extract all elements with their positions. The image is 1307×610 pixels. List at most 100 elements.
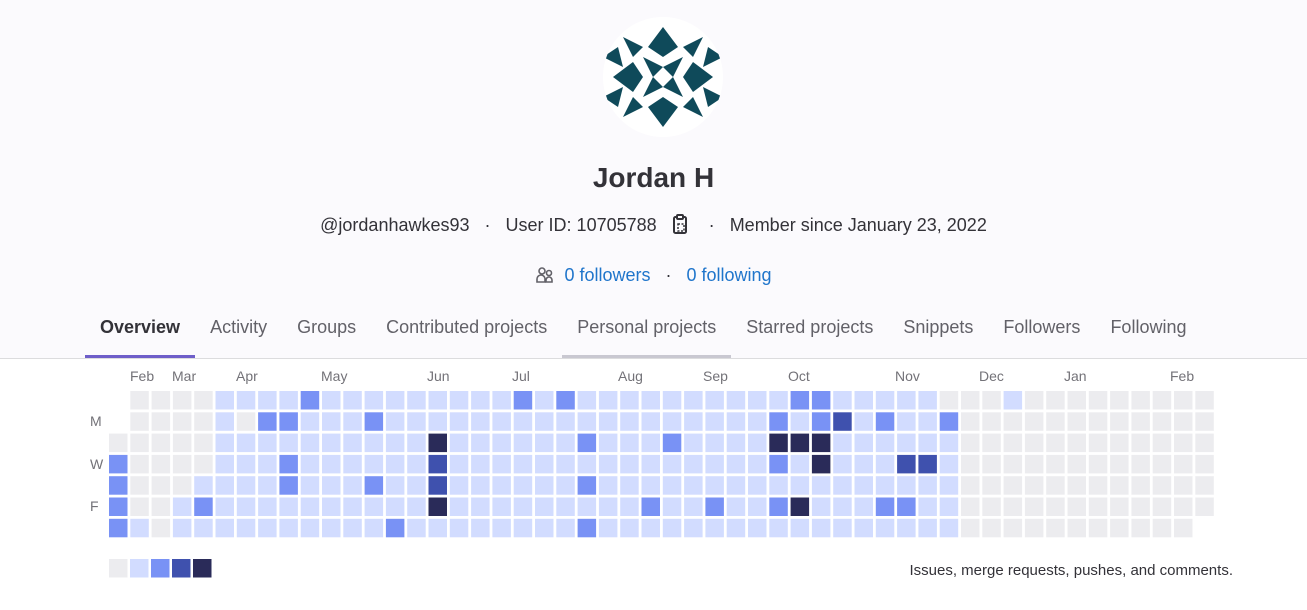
calendar-day[interactable] xyxy=(492,391,511,410)
calendar-day[interactable] xyxy=(279,391,298,410)
calendar-day[interactable] xyxy=(258,476,277,495)
calendar-day[interactable] xyxy=(833,497,852,517)
calendar-day[interactable] xyxy=(897,391,916,410)
calendar-day[interactable] xyxy=(748,454,767,474)
calendar-day[interactable] xyxy=(705,454,724,474)
calendar-day[interactable] xyxy=(641,454,661,474)
calendar-day[interactable] xyxy=(535,518,554,538)
calendar-day[interactable] xyxy=(897,476,916,495)
calendar-day[interactable] xyxy=(449,433,469,453)
calendar-day[interactable] xyxy=(258,497,277,517)
calendar-day[interactable] xyxy=(939,391,959,410)
calendar-day[interactable] xyxy=(1195,433,1214,453)
calendar-day[interactable] xyxy=(258,412,277,431)
calendar-day[interactable] xyxy=(811,518,831,538)
calendar-day[interactable] xyxy=(1195,497,1214,517)
calendar-day[interactable] xyxy=(1088,454,1108,474)
calendar-day[interactable] xyxy=(1131,412,1150,431)
calendar-day[interactable] xyxy=(236,454,256,474)
tab-followers[interactable]: Followers xyxy=(988,304,1095,358)
calendar-day[interactable] xyxy=(1003,454,1023,474)
calendar-day[interactable] xyxy=(1110,412,1129,431)
calendar-day[interactable] xyxy=(1003,518,1023,538)
calendar-day[interactable] xyxy=(1110,476,1129,495)
calendar-day[interactable] xyxy=(748,391,767,410)
calendar-day[interactable] xyxy=(151,412,171,431)
calendar-day[interactable] xyxy=(854,476,874,495)
calendar-day[interactable] xyxy=(598,391,618,410)
calendar-day[interactable] xyxy=(109,476,128,495)
calendar-day[interactable] xyxy=(1088,518,1108,538)
calendar-day[interactable] xyxy=(939,454,959,474)
tab-snippets[interactable]: Snippets xyxy=(888,304,988,358)
calendar-day[interactable] xyxy=(833,391,852,410)
calendar-day[interactable] xyxy=(705,497,724,517)
calendar-day[interactable] xyxy=(258,454,277,474)
calendar-day[interactable] xyxy=(577,476,597,495)
calendar-day[interactable] xyxy=(833,454,852,474)
calendar-day[interactable] xyxy=(1152,391,1172,410)
calendar-day[interactable] xyxy=(684,476,703,495)
calendar-day[interactable] xyxy=(130,497,149,517)
calendar-day[interactable] xyxy=(343,412,362,431)
calendar-day[interactable] xyxy=(1195,391,1214,410)
calendar-day[interactable] xyxy=(790,518,810,538)
calendar-day[interactable] xyxy=(343,518,362,538)
calendar-day[interactable] xyxy=(897,454,916,474)
calendar-day[interactable] xyxy=(172,454,192,474)
calendar-day[interactable] xyxy=(300,476,320,495)
calendar-day[interactable] xyxy=(811,412,831,431)
calendar-day[interactable] xyxy=(300,412,320,431)
calendar-day[interactable] xyxy=(151,433,171,453)
calendar-day[interactable] xyxy=(726,518,746,538)
calendar-day[interactable] xyxy=(215,518,235,538)
calendar-day[interactable] xyxy=(300,497,320,517)
calendar-day[interactable] xyxy=(215,412,235,431)
calendar-day[interactable] xyxy=(1131,454,1150,474)
calendar-day[interactable] xyxy=(918,518,937,538)
calendar-day[interactable] xyxy=(513,454,533,474)
calendar-day[interactable] xyxy=(939,518,959,538)
calendar-day[interactable] xyxy=(875,497,895,517)
calendar-day[interactable] xyxy=(620,497,639,517)
calendar-day[interactable] xyxy=(811,454,831,474)
calendar-day[interactable] xyxy=(130,391,149,410)
calendar-day[interactable] xyxy=(407,433,426,453)
calendar-day[interactable] xyxy=(1024,412,1044,431)
calendar-day[interactable] xyxy=(1110,497,1129,517)
calendar-day[interactable] xyxy=(577,412,597,431)
calendar-day[interactable] xyxy=(684,518,703,538)
calendar-day[interactable] xyxy=(322,476,341,495)
calendar-day[interactable] xyxy=(492,433,511,453)
calendar-day[interactable] xyxy=(598,454,618,474)
calendar-day[interactable] xyxy=(535,497,554,517)
calendar-day[interactable] xyxy=(364,391,384,410)
calendar-day[interactable] xyxy=(556,476,575,495)
calendar-day[interactable] xyxy=(1024,518,1044,538)
calendar-day[interactable] xyxy=(918,433,937,453)
calendar-day[interactable] xyxy=(1152,497,1172,517)
calendar-day[interactable] xyxy=(449,412,469,431)
calendar-day[interactable] xyxy=(726,412,746,431)
calendar-day[interactable] xyxy=(556,518,575,538)
calendar-day[interactable] xyxy=(1174,433,1193,453)
calendar-day[interactable] xyxy=(428,497,448,517)
calendar-day[interactable] xyxy=(769,433,788,453)
calendar-day[interactable] xyxy=(1046,454,1065,474)
calendar-day[interactable] xyxy=(172,433,192,453)
calendar-day[interactable] xyxy=(513,518,533,538)
calendar-day[interactable] xyxy=(897,518,916,538)
calendar-day[interactable] xyxy=(428,391,448,410)
calendar-day[interactable] xyxy=(705,476,724,495)
calendar-day[interactable] xyxy=(471,476,490,495)
calendar-day[interactable] xyxy=(961,497,980,517)
calendar-day[interactable] xyxy=(258,433,277,453)
calendar-day[interactable] xyxy=(769,454,788,474)
calendar-day[interactable] xyxy=(471,433,490,453)
calendar-day[interactable] xyxy=(662,454,682,474)
tab-activity[interactable]: Activity xyxy=(195,304,282,358)
calendar-day[interactable] xyxy=(748,412,767,431)
calendar-day[interactable] xyxy=(854,518,874,538)
calendar-day[interactable] xyxy=(854,497,874,517)
calendar-day[interactable] xyxy=(279,518,298,538)
